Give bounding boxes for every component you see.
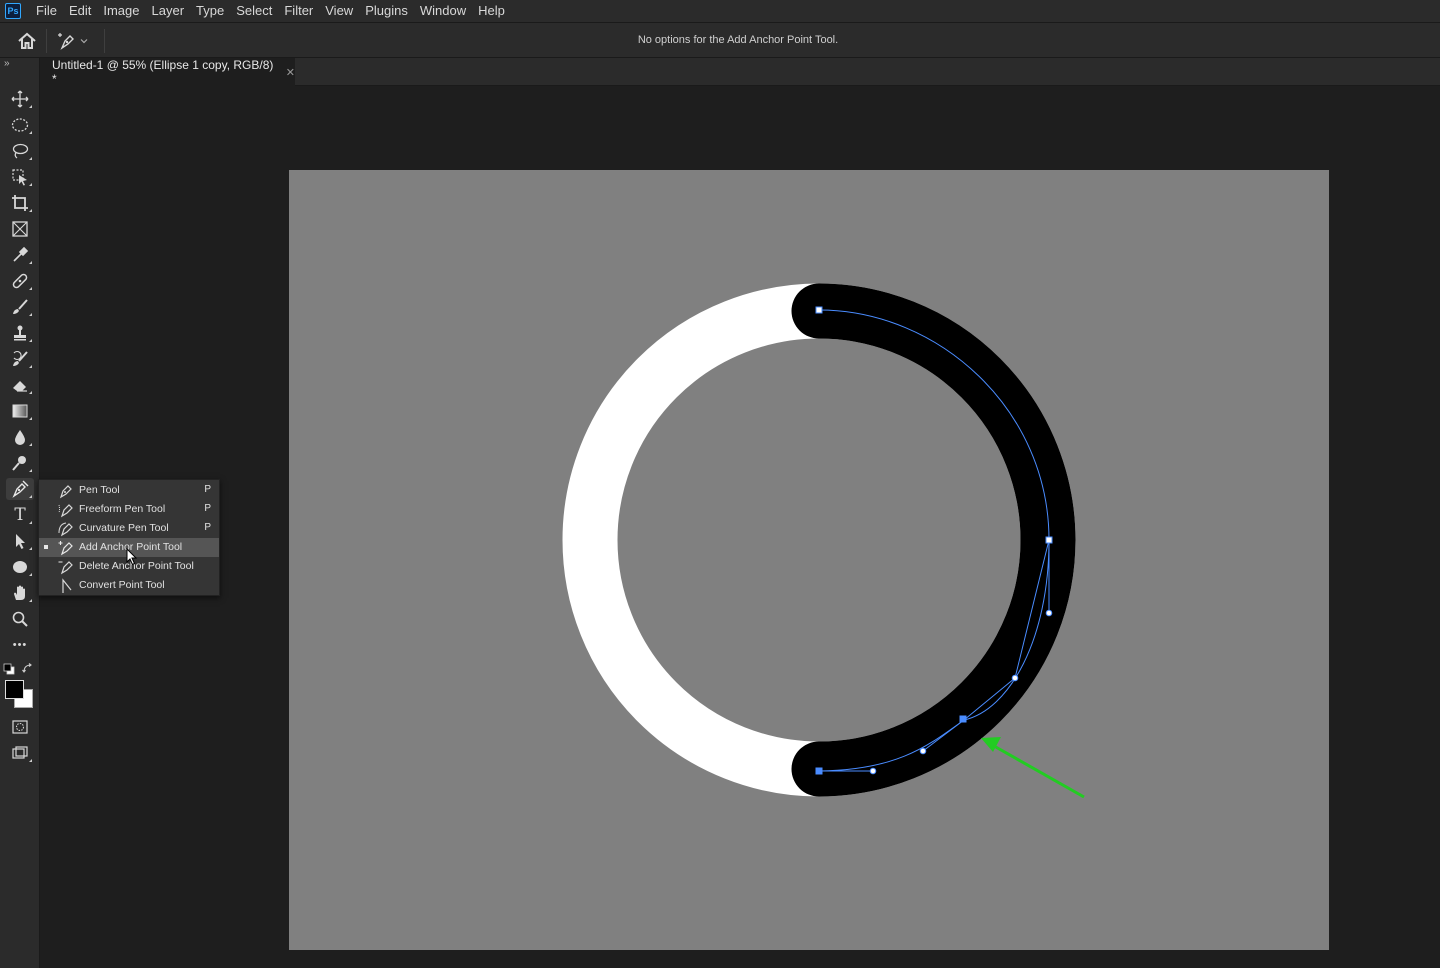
menu-filter[interactable]: Filter bbox=[278, 0, 319, 22]
menu-select[interactable]: Select bbox=[230, 0, 278, 22]
gradient-tool[interactable] bbox=[6, 400, 34, 422]
type-icon: T bbox=[14, 505, 26, 525]
canvas-artwork bbox=[562, 283, 1085, 799]
document-canvas[interactable] bbox=[289, 170, 1329, 950]
frame-tool[interactable] bbox=[6, 218, 34, 240]
object-select-icon bbox=[12, 169, 27, 186]
history-brush-icon bbox=[13, 350, 28, 366]
anchor-point[interactable] bbox=[959, 715, 967, 723]
arrow-icon bbox=[16, 534, 25, 549]
anchor-point[interactable] bbox=[1045, 536, 1053, 544]
default-colors-icon[interactable] bbox=[3, 662, 15, 675]
delete-anchor-pen-icon bbox=[58, 561, 73, 575]
menu-type[interactable]: Type bbox=[190, 0, 230, 22]
screen-mode-button[interactable] bbox=[6, 742, 34, 764]
zoom-icon bbox=[12, 611, 28, 627]
options-message: No options for the Add Anchor Point Tool… bbox=[637, 34, 839, 46]
gradient-icon bbox=[12, 404, 28, 418]
blur-tool[interactable] bbox=[6, 426, 34, 448]
tools-panel: » T ••• bbox=[0, 58, 40, 968]
clone-stamp-tool[interactable] bbox=[6, 322, 34, 344]
flyout-item-freeform-pen-tool[interactable]: Freeform Pen Tool P bbox=[39, 500, 219, 519]
pen-tool[interactable] bbox=[6, 478, 34, 500]
flyout-item-curvature-pen-tool[interactable]: Curvature Pen Tool P bbox=[39, 519, 219, 538]
menu-view[interactable]: View bbox=[319, 0, 359, 22]
menu-edit[interactable]: Edit bbox=[63, 0, 97, 22]
pen-tool-flyout: Pen Tool P Freeform Pen Tool P Curvature… bbox=[38, 479, 220, 596]
foreground-color-swatch[interactable] bbox=[5, 680, 24, 699]
close-icon[interactable]: ✕ bbox=[286, 66, 295, 79]
move-tool[interactable] bbox=[6, 88, 34, 110]
flyout-item-convert-point-tool[interactable]: Convert Point Tool bbox=[39, 576, 219, 595]
dodge-tool[interactable] bbox=[6, 452, 34, 474]
menu-help[interactable]: Help bbox=[472, 0, 511, 22]
eyedropper-icon bbox=[13, 246, 29, 262]
handle-point[interactable] bbox=[919, 747, 927, 755]
quick-mask-button[interactable] bbox=[6, 716, 34, 738]
pen-icon bbox=[12, 480, 29, 498]
hand-tool[interactable] bbox=[6, 582, 34, 604]
curvature-pen-icon bbox=[58, 522, 73, 537]
menu-window[interactable]: Window bbox=[414, 0, 472, 22]
freeform-pen-icon bbox=[58, 504, 73, 518]
lasso-icon bbox=[12, 143, 29, 159]
photoshop-logo-icon: Ps bbox=[5, 3, 21, 19]
eraser-tool[interactable] bbox=[6, 374, 34, 396]
anchor-point[interactable] bbox=[815, 767, 823, 775]
annotation-arrow bbox=[993, 744, 1085, 799]
document-tab-title: Untitled-1 @ 55% (Ellipse 1 copy, RGB/8)… bbox=[52, 58, 274, 86]
menu-layer[interactable]: Layer bbox=[146, 0, 191, 22]
frame-icon bbox=[12, 221, 28, 237]
dodge-icon bbox=[12, 456, 26, 471]
convert-point-icon bbox=[62, 578, 72, 593]
drop-icon bbox=[15, 430, 25, 445]
quick-mask-icon bbox=[12, 720, 28, 734]
flyout-item-pen-tool[interactable]: Pen Tool P bbox=[39, 481, 219, 500]
menu-plugins[interactable]: Plugins bbox=[359, 0, 414, 22]
history-brush-tool[interactable] bbox=[6, 348, 34, 370]
menu-image[interactable]: Image bbox=[97, 0, 145, 22]
zoom-tool[interactable] bbox=[6, 608, 34, 630]
crop-tool[interactable] bbox=[6, 192, 34, 214]
stamp-icon bbox=[14, 325, 26, 341]
eyedropper-tool[interactable] bbox=[6, 244, 34, 266]
document-tab[interactable]: Untitled-1 @ 55% (Ellipse 1 copy, RGB/8)… bbox=[41, 58, 295, 86]
eraser-icon bbox=[13, 381, 27, 392]
swap-colors-icon[interactable] bbox=[22, 662, 34, 674]
selected-indicator bbox=[44, 545, 48, 549]
healing-brush-tool[interactable] bbox=[6, 270, 34, 292]
collapse-panel-icon[interactable]: » bbox=[4, 58, 10, 69]
handle-point[interactable] bbox=[869, 767, 877, 775]
ellipse-tool[interactable] bbox=[6, 556, 34, 578]
screen-mode-icon bbox=[12, 746, 28, 759]
brush-icon bbox=[13, 299, 28, 314]
lasso-tool[interactable] bbox=[6, 140, 34, 162]
edit-toolbar-button[interactable]: ••• bbox=[6, 634, 34, 656]
brush-tool[interactable] bbox=[6, 296, 34, 318]
type-tool[interactable]: T bbox=[6, 504, 34, 526]
hand-icon bbox=[14, 585, 25, 600]
crop-icon bbox=[12, 195, 28, 211]
more-icon: ••• bbox=[12, 639, 28, 651]
document-tab-bar: Untitled-1 @ 55% (Ellipse 1 copy, RGB/8)… bbox=[41, 58, 1440, 86]
path-selection-tool[interactable] bbox=[6, 530, 34, 552]
ellipse-marquee-icon bbox=[11, 118, 29, 132]
bandage-icon bbox=[12, 273, 28, 289]
move-icon bbox=[11, 90, 29, 108]
elliptical-marquee-tool[interactable] bbox=[6, 114, 34, 136]
object-selection-tool[interactable] bbox=[6, 166, 34, 188]
anchor-point[interactable] bbox=[815, 306, 823, 314]
add-anchor-pen-icon bbox=[58, 541, 73, 556]
handle-point[interactable] bbox=[1011, 674, 1019, 682]
menu-bar: Ps File Edit Image Layer Type Select Fil… bbox=[0, 0, 1440, 22]
pen-icon bbox=[59, 485, 72, 499]
ellipse-icon bbox=[13, 561, 27, 573]
handle-point[interactable] bbox=[1045, 609, 1053, 617]
black-arc bbox=[791, 283, 1076, 797]
options-bar: No options for the Add Anchor Point Tool… bbox=[0, 22, 1440, 58]
mouse-cursor-icon bbox=[126, 548, 138, 566]
menu-file[interactable]: File bbox=[30, 0, 63, 22]
